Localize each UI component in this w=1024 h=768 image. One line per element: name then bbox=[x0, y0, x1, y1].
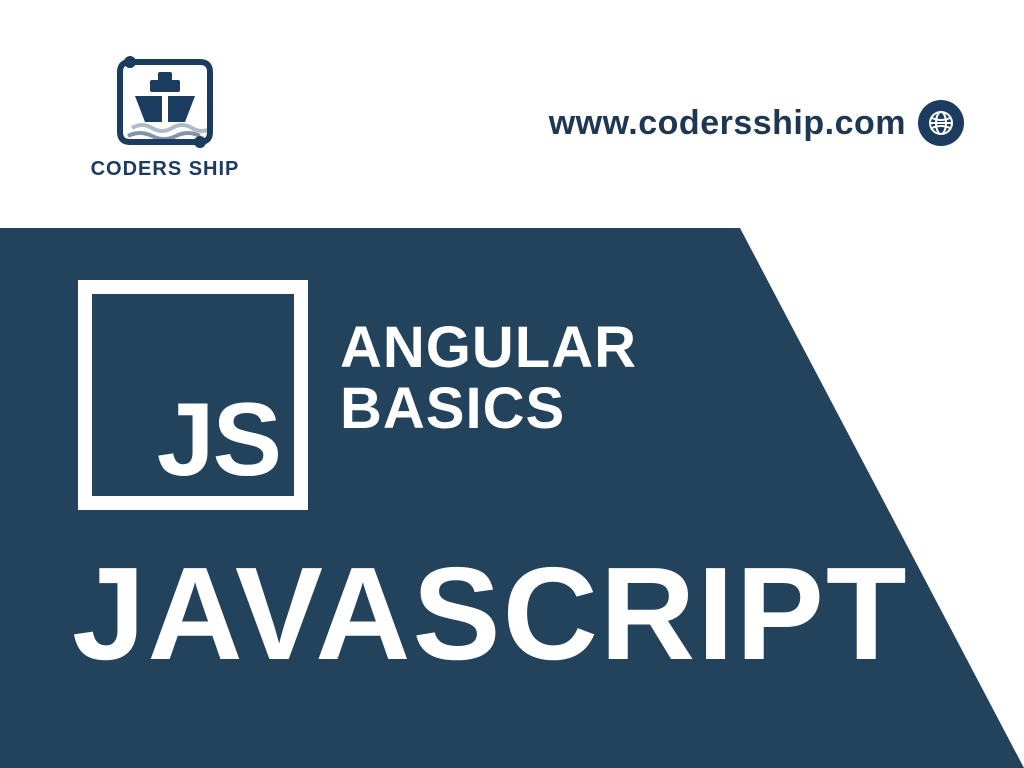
hero-title: JAVASCRIPT bbox=[72, 548, 909, 680]
hero-subtitle-line2: BASICS bbox=[340, 379, 637, 440]
globe-icon bbox=[918, 100, 964, 146]
hero-subtitle-line1: ANGULAR bbox=[340, 318, 637, 379]
brand-name: CODERS SHIP bbox=[85, 158, 245, 181]
js-badge: JS bbox=[78, 280, 308, 510]
site-url-text: www.codersship.com bbox=[549, 104, 906, 143]
js-badge-text: JS bbox=[157, 388, 280, 492]
hero-subtitle: ANGULAR BASICS bbox=[340, 318, 637, 440]
brand-logo: CODERS SHIP bbox=[85, 52, 245, 181]
ship-icon bbox=[110, 52, 220, 152]
site-url: www.codersship.com bbox=[549, 100, 964, 146]
promo-card: CODERS SHIP www.codersship.com JS ANGULA… bbox=[0, 0, 1024, 768]
hero-panel: JS ANGULAR BASICS JAVASCRIPT bbox=[0, 228, 1024, 768]
